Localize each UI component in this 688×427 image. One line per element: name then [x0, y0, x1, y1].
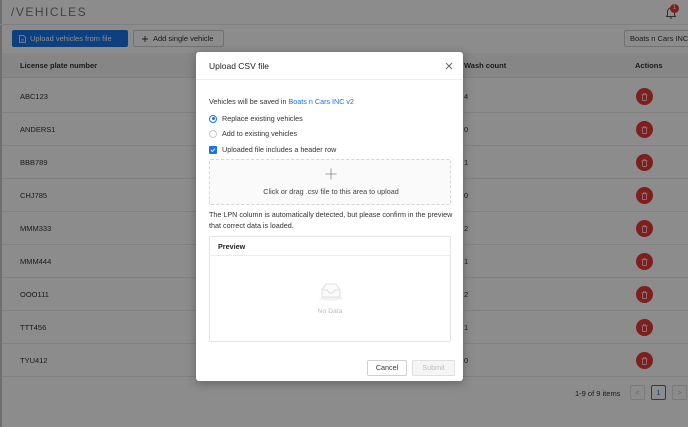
replace-existing-option[interactable]: Replace existing vehicles: [209, 114, 303, 123]
close-icon[interactable]: [444, 61, 454, 71]
modal-title: Upload CSV file: [209, 61, 270, 71]
preview-title: Preview: [218, 242, 246, 251]
radio-add[interactable]: [209, 129, 217, 138]
cancel-button[interactable]: Cancel: [367, 360, 407, 376]
header-row-label: Uploaded file includes a header row: [222, 145, 337, 154]
preview-panel: Preview No Data: [209, 236, 451, 342]
header-row-checkbox-row[interactable]: Uploaded file includes a header row: [209, 145, 336, 154]
save-destination-prefix: Vehicles will be saved in: [209, 97, 287, 106]
checkmark-icon: [210, 147, 216, 152]
submit-button[interactable]: Submit: [412, 360, 455, 376]
upload-csv-modal: Upload CSV file Vehicles will be saved i…: [196, 52, 463, 381]
add-to-existing-option[interactable]: Add to existing vehicles: [209, 129, 297, 138]
preview-header: Preview: [210, 237, 450, 256]
lpn-detection-note: The LPN column is automatically detected…: [209, 210, 453, 230]
save-destination-text: Vehicles will be saved in Boats n Cars I…: [209, 97, 354, 106]
add-to-existing-label: Add to existing vehicles: [222, 129, 298, 138]
modal-header: Upload CSV file: [196, 52, 463, 80]
radio-replace[interactable]: [209, 114, 217, 123]
organization-link[interactable]: Boats n Cars INC v2: [289, 97, 355, 106]
csv-dropzone[interactable]: Click or drag .csv file to this area to …: [209, 159, 451, 205]
empty-inbox-icon: [319, 283, 343, 301]
header-row-checkbox[interactable]: [209, 145, 217, 154]
replace-existing-label: Replace existing vehicles: [222, 114, 303, 123]
plus-icon: [325, 168, 337, 180]
dropzone-text: Click or drag .csv file to this area to …: [263, 187, 399, 196]
empty-state-text: No Data: [317, 308, 343, 315]
